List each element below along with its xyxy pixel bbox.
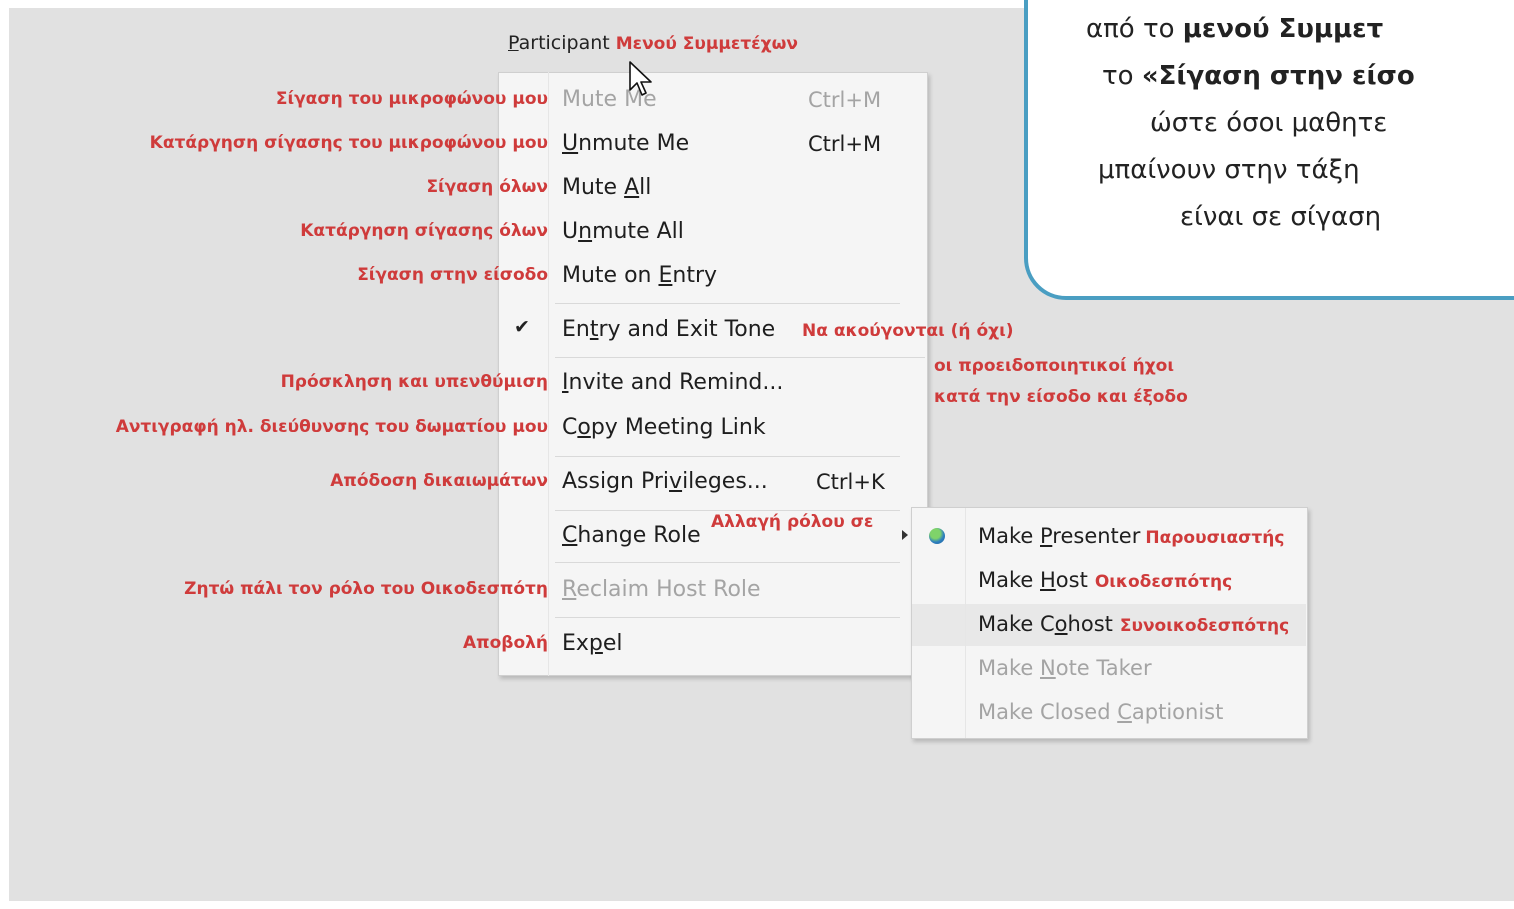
submenu-item-make-presenter[interactable]: Make Presenter Παρουσιαστής: [978, 524, 1284, 548]
callout-line-1: από το μενού Συμμετ: [1086, 14, 1384, 44]
menu-separator: [555, 357, 925, 358]
participant-menu-title[interactable]: Participant Μενού Συμμετέχων: [508, 32, 798, 54]
instruction-callout-box: [1024, 0, 1514, 300]
presenter-globe-icon: [929, 528, 945, 544]
callout-line-4: μπαίνουν στην τάξη: [1098, 155, 1360, 185]
menu-item-expel[interactable]: Expel: [562, 631, 623, 656]
callout-line-2: το «Σίγαση στην είσο: [1102, 61, 1415, 91]
menu-separator: [555, 562, 900, 563]
menu-item-mute-on-entry[interactable]: Mute on Entry: [562, 263, 717, 288]
menu-separator: [555, 456, 900, 457]
annotation-copy-meeting-link: Αντιγραφή ηλ. διεύθυνσης του δωματίου μο…: [115, 417, 548, 437]
annotation-entry-exit-tone-3: κατά την είσοδο και έξοδο: [934, 387, 1188, 407]
annotation-reclaim-host-role: Ζητώ πάλι τον ρόλο του Οικοδεσπότη: [184, 579, 548, 599]
menu-item-unmute-all[interactable]: Unmute All: [562, 219, 684, 244]
menu-item-unmute-me[interactable]: Unmute Me: [562, 131, 689, 156]
menu-separator: [555, 617, 900, 618]
annotation-entry-exit-tone: Να ακούγονται (ή όχι): [802, 321, 1014, 341]
shortcut-assign-privileges: Ctrl+K: [816, 470, 885, 494]
annotation-cohost: Συνοικοδεσπότης: [1119, 616, 1290, 636]
callout-line-3: ώστε όσοι μαθητε: [1150, 108, 1388, 138]
submenu-item-make-cohost[interactable]: Make Cohost Συνοικοδεσπότης: [978, 612, 1289, 636]
checkmark-icon: ✔: [514, 316, 530, 338]
annotation-participant-menu: Μενού Συμμετέχων: [615, 34, 798, 54]
submenu-item-make-note-taker[interactable]: Make Note Taker: [978, 656, 1152, 680]
submenu-item-make-closed-captionist[interactable]: Make Closed Captionist: [978, 700, 1223, 724]
annotation-host: Οικοδεσπότης: [1094, 572, 1233, 592]
menu-item-assign-privileges[interactable]: Assign Privileges...: [562, 469, 768, 494]
shortcut-mute-me: Ctrl+M: [808, 88, 882, 112]
submenu-icon-gutter: [965, 508, 966, 738]
menu-item-invite-remind[interactable]: Invite and Remind...: [562, 370, 783, 395]
menu-item-reclaim-host-role[interactable]: Reclaim Host Role: [562, 577, 761, 602]
callout-line-5: είναι σε σίγαση: [1180, 202, 1382, 232]
menu-separator: [555, 510, 900, 511]
annotation-presenter: Παρουσιαστής: [1145, 528, 1285, 548]
submenu-arrow-icon: [902, 530, 908, 540]
submenu-item-make-host[interactable]: Make Host Οικοδεσπότης: [978, 568, 1232, 592]
menu-item-change-role[interactable]: Change Role: [562, 523, 701, 548]
annotation-unmute-me: Κατάργηση σίγασης του μικροφώνου μου: [149, 133, 548, 153]
annotation-expel: Αποβολή: [463, 633, 548, 653]
menu-item-mute-all[interactable]: Mute All: [562, 175, 651, 200]
menu-item-entry-exit-tone[interactable]: Entry and Exit Tone: [562, 317, 775, 342]
annotation-mute-me: Σίγαση του μικροφώνου μου: [275, 89, 548, 109]
mouse-pointer-icon: [629, 61, 652, 96]
annotation-change-role: Αλλαγή ρόλου σε: [711, 512, 874, 532]
menu-icon-gutter: [548, 72, 549, 676]
menu-item-copy-meeting-link[interactable]: Copy Meeting Link: [562, 415, 766, 440]
annotation-unmute-all: Κατάργηση σίγασης όλων: [300, 221, 548, 241]
annotation-invite-remind: Πρόσκληση και υπενθύμιση: [280, 372, 548, 392]
annotation-entry-exit-tone-2: οι προειδοποιητικοί ήχοι: [934, 356, 1174, 376]
menu-separator: [555, 303, 900, 304]
annotation-assign-privileges: Απόδοση δικαιωμάτων: [330, 471, 548, 491]
annotation-mute-all: Σίγαση όλων: [426, 177, 548, 197]
annotation-mute-on-entry: Σίγαση στην είσοδο: [357, 265, 548, 285]
shortcut-unmute-me: Ctrl+M: [808, 132, 882, 156]
